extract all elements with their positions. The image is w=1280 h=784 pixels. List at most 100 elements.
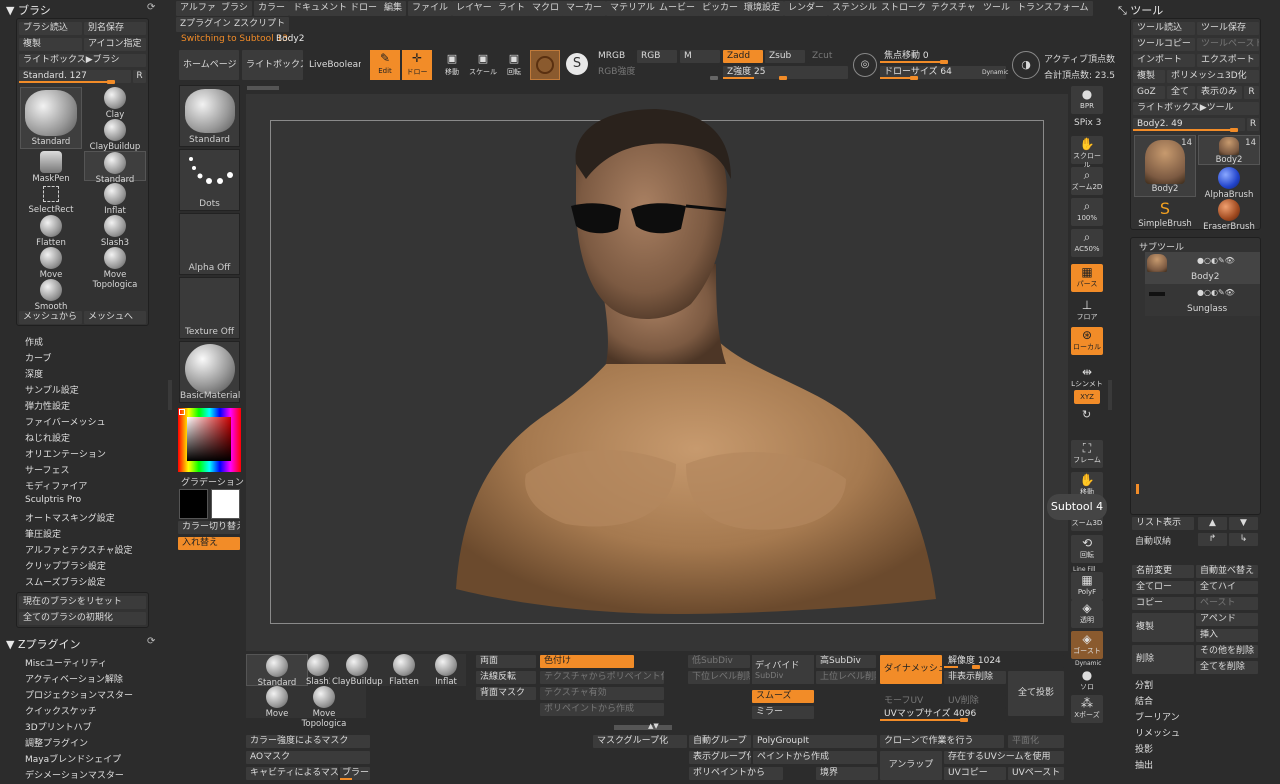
menu-tool[interactable]: ツール xyxy=(979,1,1015,16)
bpr-button[interactable]: ● BPR xyxy=(1071,86,1103,114)
append-button[interactable]: アペンド xyxy=(1196,613,1258,626)
plugin-maya-blendshape[interactable]: Mayaブレンドシェイプ xyxy=(25,752,121,765)
brush-move[interactable]: Move xyxy=(20,247,82,280)
menu-render[interactable]: レンダー xyxy=(784,1,829,16)
project-all-button[interactable]: 全て投影 xyxy=(1008,671,1064,716)
bottom-brush-standard[interactable]: Standard xyxy=(246,654,308,688)
subtool-scrollbar[interactable] xyxy=(1136,484,1139,494)
zcut-button[interactable]: Zcut xyxy=(808,50,848,63)
brush-clone-button[interactable]: 複製 xyxy=(19,38,82,51)
gradient-label[interactable]: グラデーション xyxy=(181,475,244,488)
polyf-button[interactable]: ▦ PolyF xyxy=(1071,572,1103,600)
bottom-brush-slash3[interactable]: Slash3 xyxy=(306,654,330,686)
frame-button[interactable]: ⛶ フレーム xyxy=(1071,440,1103,468)
dynamic-label[interactable]: Dynamic xyxy=(982,66,1008,79)
submenu-clip-brush[interactable]: クリップブラシ設定 xyxy=(25,559,106,572)
spix-label[interactable]: SPix 3 xyxy=(1074,118,1101,128)
tool-body2-large[interactable]: Body2 14 xyxy=(1134,135,1196,197)
menu-transform[interactable]: トランスフォーム xyxy=(1013,1,1093,16)
rgb-intensity-slider[interactable]: RGB強度 xyxy=(594,66,719,80)
menu-draw[interactable]: ドロー xyxy=(346,1,382,16)
reset-brush-button[interactable]: 現在のブラシをリセット xyxy=(19,596,146,609)
refresh-icon[interactable]: ⟳ xyxy=(147,636,155,647)
mask-group-button[interactable]: マスクグループ化 xyxy=(593,735,687,748)
submenu-surface[interactable]: サーフェス xyxy=(25,463,69,476)
submenu-curve[interactable]: カーブ xyxy=(25,351,51,364)
focal-shift-icon[interactable]: ◎ xyxy=(853,53,877,77)
submenu-sample[interactable]: サンプル設定 xyxy=(25,383,79,396)
mrgb-button[interactable]: MRGB xyxy=(594,50,634,63)
init-all-brushes-button[interactable]: 全てのブラシの初期化 xyxy=(19,612,146,625)
tool-simplebrush[interactable]: S SimpleBrush xyxy=(1134,199,1196,229)
zplugin-panel-title[interactable]: ▼ Zプラグイン xyxy=(6,636,81,652)
ghost-button[interactable]: ◈ ゴースト xyxy=(1071,631,1103,659)
auto-reorder-button[interactable]: 自動並べ替え xyxy=(1196,565,1258,578)
submenu-remesh[interactable]: リメッシュ xyxy=(1135,726,1180,739)
xpose-button[interactable]: ⁂ Xポーズ xyxy=(1071,695,1103,723)
canvas-scroll-handle[interactable] xyxy=(247,86,279,90)
zoom2d-button[interactable]: ⌕ ズーム2D xyxy=(1071,167,1103,195)
higher-subdiv-button[interactable]: 高SubDiv xyxy=(816,655,876,668)
uv-delete-button[interactable]: UV削除 xyxy=(944,695,1006,708)
menu-brush[interactable]: ブラシ xyxy=(217,1,252,16)
move-up-icon[interactable]: ↱ xyxy=(1198,533,1227,546)
color-picker[interactable] xyxy=(178,408,241,472)
smooth-toggle-button[interactable]: スムーズ xyxy=(752,690,814,703)
gear-icon[interactable]: ⟳ xyxy=(147,2,155,13)
menu-document[interactable]: ドキュメント xyxy=(289,1,352,16)
auto-collapse-label[interactable]: 自動収納 xyxy=(1135,534,1171,547)
uv-map-size-slider[interactable]: UVマップサイズ 4096 xyxy=(880,708,1006,722)
floor-button[interactable]: ⊥ フロア xyxy=(1071,297,1103,325)
color-square[interactable] xyxy=(187,417,231,461)
solo-button[interactable]: ● ソロ xyxy=(1071,667,1103,695)
unwrap-button[interactable]: アンラップ xyxy=(880,751,942,780)
divide-button[interactable]: ディバイド SubDiv xyxy=(752,655,814,684)
subtool-item-body2[interactable]: ●○◐✎👁 Body2 xyxy=(1145,252,1260,284)
submenu-extract[interactable]: 抽出 xyxy=(1135,758,1153,771)
bottom-brush-claybuildup[interactable]: ClayBuildup xyxy=(332,654,383,687)
plugin-decimation-master[interactable]: デシメーションマスター xyxy=(25,768,124,781)
brush-inflat[interactable]: Inflat xyxy=(84,183,146,216)
perspective-button[interactable]: ▦ パース xyxy=(1071,264,1103,292)
polypaint-to-texture-button[interactable]: ポリペイントから作成 xyxy=(540,703,664,716)
morph-uv-button[interactable]: モーフUV xyxy=(880,695,942,708)
brush-slash3[interactable]: Slash3 xyxy=(84,215,146,248)
visible-group-button[interactable]: 表示グループ化 xyxy=(689,751,751,764)
current-brush-tile[interactable]: Standard xyxy=(179,85,240,147)
plugin-deactivation[interactable]: アクティベーション解除 xyxy=(25,672,123,685)
submenu-merge[interactable]: 結合 xyxy=(1135,694,1153,707)
main-color-swatch[interactable] xyxy=(179,489,208,519)
tool-r-button[interactable]: R xyxy=(1244,86,1259,99)
goz-button[interactable]: GoZ xyxy=(1133,86,1165,99)
sculpt-model[interactable] xyxy=(246,94,1068,651)
brush-flatten[interactable]: Flatten xyxy=(20,215,82,248)
tool-clone-button[interactable]: 複製 xyxy=(1133,70,1165,83)
subtool-visibility-icons-2[interactable]: ●○◐✎👁 xyxy=(1197,288,1235,297)
scale-button[interactable]: ▣ スケール xyxy=(469,50,497,80)
swap-color-button[interactable]: カラー切り替え xyxy=(178,521,240,534)
liveboolean-button[interactable]: LiveBoolean xyxy=(305,50,361,80)
bottom-brush-move[interactable]: Move xyxy=(260,686,294,719)
submenu-automasking[interactable]: オートマスキング設定 xyxy=(25,511,115,524)
import-button[interactable]: インポート xyxy=(1133,54,1195,67)
polygroupit-button[interactable]: PolyGroupIt xyxy=(753,735,877,748)
delete-hidden-button[interactable]: 非表示削除 xyxy=(944,671,1006,684)
color-mode-icon[interactable]: S xyxy=(566,53,588,75)
all-high-button[interactable]: 全てハイ xyxy=(1196,581,1258,594)
tool-body2-small[interactable]: Body2 14 xyxy=(1198,135,1260,165)
draw-button[interactable]: ✛ ドロー xyxy=(402,50,432,80)
brush-saveas-button[interactable]: 別名保存 xyxy=(84,22,146,35)
ao-mask-button[interactable]: AOマスク xyxy=(246,751,370,764)
arrow-down-icon[interactable]: ▼ xyxy=(1229,517,1258,530)
menu-material[interactable]: マテリアル xyxy=(606,1,659,16)
backface-mask-button[interactable]: 背面マスク xyxy=(476,687,536,700)
tool-slider[interactable]: Body2. 49 xyxy=(1133,118,1245,132)
menu-marker[interactable]: マーカー xyxy=(562,1,607,16)
local-button[interactable]: ⊛ ローカル xyxy=(1071,327,1103,355)
from-mesh-button[interactable]: メッシュから xyxy=(19,311,82,324)
insert-button[interactable]: 挿入 xyxy=(1196,629,1258,642)
move-down-icon[interactable]: ↳ xyxy=(1229,533,1258,546)
cavity-mask-button[interactable]: キャビティによるマスク xyxy=(246,767,338,780)
to-mesh-button[interactable]: メッシュへ xyxy=(84,311,146,324)
zadd-button[interactable]: Zadd xyxy=(723,50,763,63)
